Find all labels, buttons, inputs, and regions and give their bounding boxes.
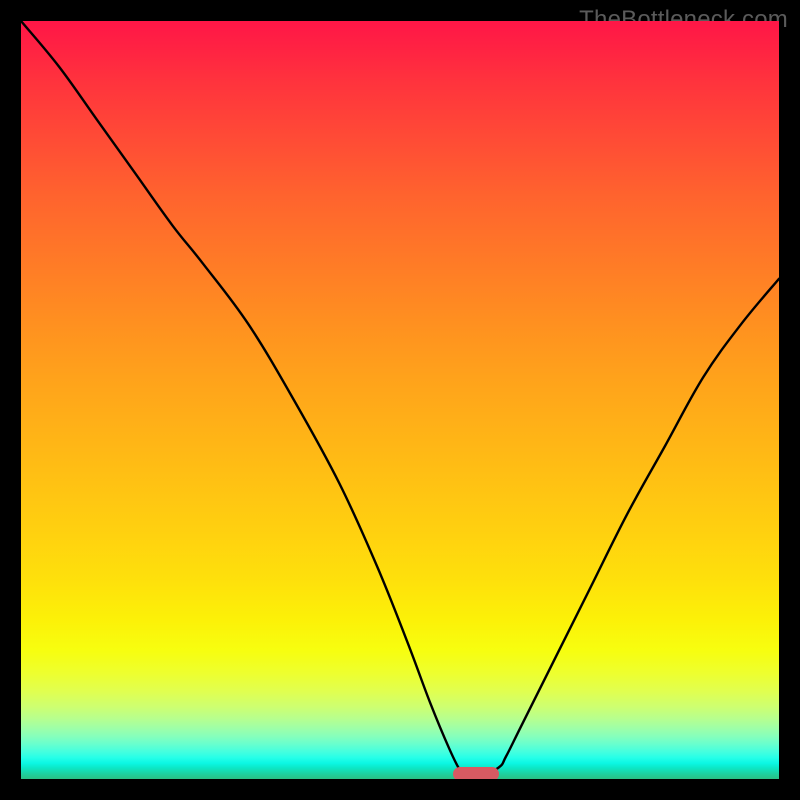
chart-frame: TheBottleneck.com — [0, 0, 800, 800]
minimum-marker — [453, 767, 498, 779]
bottleneck-curve — [21, 21, 779, 779]
plot-area — [21, 21, 779, 779]
